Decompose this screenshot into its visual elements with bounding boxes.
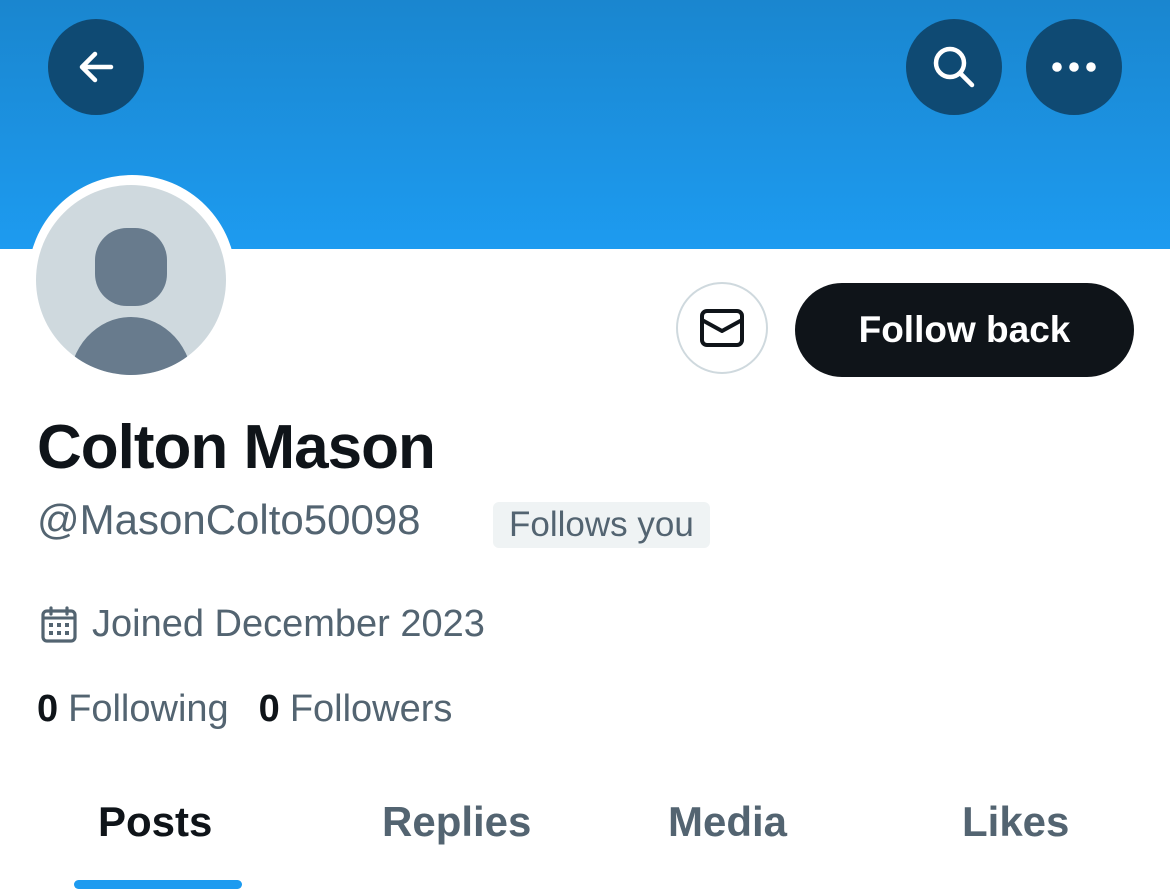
message-button[interactable]: [676, 282, 768, 374]
tab-likes[interactable]: Likes: [962, 798, 1069, 846]
follow-back-button[interactable]: Follow back: [795, 283, 1134, 377]
ellipsis-icon: [1052, 62, 1096, 72]
followers-count[interactable]: 0: [259, 688, 280, 731]
following-label[interactable]: Following: [68, 688, 229, 731]
tab-replies[interactable]: Replies: [382, 798, 531, 846]
search-icon: [933, 46, 975, 88]
back-button[interactable]: [48, 19, 144, 115]
follow-stats: 0 Following 0 Followers: [37, 688, 452, 731]
default-avatar-icon: [69, 228, 193, 375]
joined-date-text: Joined December 2023: [92, 603, 485, 645]
profile-name: Colton Mason: [37, 413, 436, 482]
joined-date-row: Joined December 2023: [40, 603, 485, 646]
follows-you-badge: Follows you: [493, 502, 710, 548]
search-button[interactable]: [906, 19, 1002, 115]
following-count[interactable]: 0: [37, 688, 58, 731]
followers-label[interactable]: Followers: [290, 688, 453, 731]
more-options-button[interactable]: [1026, 19, 1122, 115]
arrow-left-icon: [79, 51, 114, 83]
envelope-icon: [700, 309, 744, 347]
avatar[interactable]: [36, 185, 226, 375]
tab-media[interactable]: Media: [668, 798, 787, 846]
active-tab-indicator: [74, 880, 242, 889]
calendar-icon: [41, 605, 77, 643]
profile-handle: @MasonColto50098: [37, 496, 421, 543]
profile-page: Follow back Colton Mason @MasonColto5009…: [0, 0, 1170, 889]
tab-posts[interactable]: Posts: [98, 798, 212, 846]
